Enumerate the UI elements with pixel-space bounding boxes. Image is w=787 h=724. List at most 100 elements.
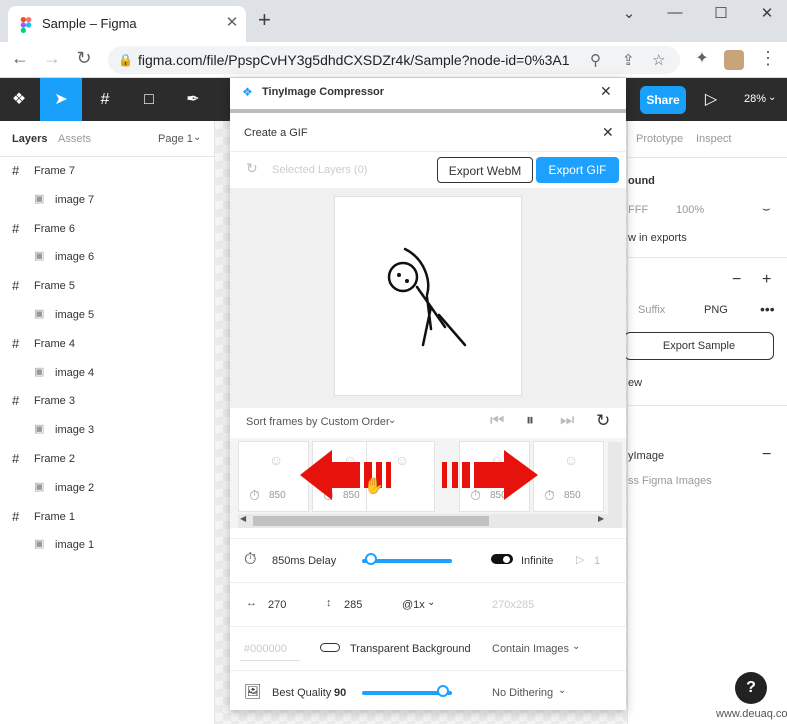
layer-image[interactable]: ▣ image 6 <box>0 243 215 272</box>
frame-card[interactable]: ☺ ⏱ 850 <box>238 441 309 512</box>
export-sample-button[interactable]: Export Sample <box>624 332 774 360</box>
layer-frame[interactable]: # Frame 5 <box>0 272 215 301</box>
frame-icon: # <box>12 335 20 351</box>
move-tool-icon[interactable]: ➤ <box>40 78 82 121</box>
page-selector[interactable]: Page 1 <box>158 133 193 145</box>
chrome-menu-icon[interactable]: ⋮ <box>756 48 780 69</box>
tab-layers[interactable]: Layers <box>12 133 47 145</box>
help-button[interactable]: ? <box>735 672 767 704</box>
collapse-icon[interactable]: − <box>762 446 771 464</box>
frame-tool-icon[interactable]: # <box>86 78 124 121</box>
share-button[interactable]: Share <box>640 86 686 114</box>
preview-toggle[interactable]: ew <box>628 377 642 389</box>
pause-icon[interactable]: ⏸ <box>526 412 534 430</box>
dialog-close-icon[interactable]: ✕ <box>602 124 614 141</box>
pen-tool-icon[interactable]: ✒ <box>174 78 212 121</box>
height-input[interactable]: 285 <box>344 599 362 611</box>
layer-image[interactable]: ▣ image 1 <box>0 531 215 560</box>
layer-frame[interactable]: # Frame 6 <box>0 215 215 244</box>
url-text[interactable]: figma.com/file/PpspCvHY3g5dhdCXSDZr4k/Sa… <box>138 52 570 68</box>
figma-menu-icon[interactable]: ❖ <box>0 78 38 121</box>
width-input[interactable]: 270 <box>268 599 286 611</box>
dithering-select[interactable]: No Dithering <box>492 687 553 699</box>
plugin-close-icon[interactable]: ✕ <box>600 83 612 100</box>
quality-slider-knob[interactable] <box>437 685 449 697</box>
zoom-chevron-icon[interactable]: ⌄ <box>768 92 776 103</box>
sort-frames-select[interactable]: Sort frames by Custom Order <box>246 416 390 428</box>
new-tab-button[interactable]: + <box>258 9 271 31</box>
show-in-exports[interactable]: w in exports <box>628 232 687 244</box>
forward-icon[interactable]: → <box>40 48 64 69</box>
layer-frame[interactable]: # Frame 4 <box>0 330 215 359</box>
frame-card[interactable]: ☺ ⏱ 850 <box>533 441 604 512</box>
reload-icon[interactable]: ↻ <box>72 48 96 69</box>
layer-image[interactable]: ▣ image 2 <box>0 474 215 503</box>
fill-opacity[interactable]: 100% <box>676 204 704 216</box>
bookmark-star-icon[interactable]: ☆ <box>652 51 665 69</box>
minimize-button[interactable]: — <box>660 4 690 21</box>
scroll-right-icon[interactable]: ▶ <box>598 514 604 523</box>
last-frame-icon[interactable]: ⏭ <box>560 412 574 430</box>
repeat-count[interactable]: 1 <box>594 555 600 567</box>
export-gif-button[interactable]: Export GIF <box>536 157 619 183</box>
present-icon[interactable]: ▷ <box>692 78 730 121</box>
size-row: ↔ 270 ↕ 285 @1x ⌄ 270x285 <box>230 582 626 626</box>
browser-tab[interactable]: Sample – Figma ✕ <box>8 6 246 42</box>
suffix-input[interactable]: Suffix <box>638 304 665 316</box>
delay-slider-knob[interactable] <box>365 553 377 565</box>
play-icon[interactable]: ▷ <box>576 553 584 566</box>
plus-icon[interactable]: + <box>762 271 771 289</box>
frame-delay[interactable]: 850 <box>269 490 286 501</box>
page-chevron-icon[interactable]: ⌄ <box>193 132 201 143</box>
shape-tool-icon[interactable]: □ <box>130 78 168 121</box>
contain-select[interactable]: Contain Images <box>492 643 569 655</box>
contain-chevron-icon[interactable]: ⌄ <box>572 641 580 652</box>
transparent-toggle[interactable] <box>320 643 340 652</box>
tab-inspect[interactable]: Inspect <box>696 133 731 145</box>
tab-prototype[interactable]: Prototype <box>636 133 683 145</box>
tab-assets[interactable]: Assets <box>58 133 91 145</box>
close-window-button[interactable]: ✕ <box>752 4 782 22</box>
back-icon[interactable]: ← <box>8 48 32 69</box>
first-frame-icon[interactable]: ⏮ <box>490 412 504 430</box>
more-icon[interactable]: ••• <box>760 301 775 317</box>
address-bar[interactable]: 🔒 figma.com/file/PpspCvHY3g5dhdCXSDZr4k/… <box>108 46 680 74</box>
zoom-icon[interactable]: ⚲ <box>590 51 601 69</box>
tab-search-icon[interactable]: ⌄ <box>614 4 644 22</box>
bg-color-input[interactable]: #000000 <box>240 635 300 661</box>
scale-select[interactable]: @1x <box>402 599 425 611</box>
export-webm-button[interactable]: Export WebM <box>437 157 533 183</box>
zoom-level[interactable]: 28% <box>744 93 766 105</box>
fill-hex[interactable]: FFF <box>628 204 648 216</box>
extensions-icon[interactable]: ✦ <box>690 48 714 68</box>
layer-image[interactable]: ▣ image 3 <box>0 416 215 445</box>
scale-chevron-icon[interactable]: ⌄ <box>427 597 435 608</box>
lock-icon[interactable]: 🔒 <box>118 53 133 67</box>
layer-image[interactable]: ▣ image 5 <box>0 301 215 330</box>
sort-chevron-icon[interactable]: ⌄ <box>388 415 396 426</box>
layer-frame[interactable]: # Frame 7 <box>0 157 215 186</box>
eye-closed-icon[interactable]: ⌣ <box>762 201 771 217</box>
tab-close-icon[interactable]: ✕ <box>222 13 242 31</box>
scroll-left-icon[interactable]: ◀ <box>240 514 246 523</box>
maximize-button[interactable]: ☐ <box>706 4 736 22</box>
layer-image[interactable]: ▣ image 7 <box>0 186 215 215</box>
plugin-label: yImage <box>628 450 665 462</box>
frames-vertical-scrollbar[interactable] <box>608 442 622 528</box>
dithering-chevron-icon[interactable]: ⌄ <box>558 685 566 696</box>
share-icon[interactable]: ⇪ <box>622 51 635 69</box>
frame-delay[interactable]: 850 <box>564 490 581 501</box>
bg-color-placeholder: #000000 <box>244 643 287 655</box>
minus-icon[interactable]: − <box>732 271 741 289</box>
layer-label: image 1 <box>55 539 95 552</box>
layer-frame[interactable]: # Frame 2 <box>0 445 215 474</box>
refresh-icon[interactable]: ↻ <box>246 160 258 177</box>
replay-icon[interactable]: ↻ <box>596 411 610 431</box>
format-select[interactable]: PNG <box>704 304 728 316</box>
layer-image[interactable]: ▣ image 4 <box>0 359 215 388</box>
scrollbar-thumb[interactable] <box>253 516 489 526</box>
layer-frame[interactable]: # Frame 3 <box>0 387 215 416</box>
frames-scrollbar[interactable]: ◀ ▶ <box>238 514 608 528</box>
layer-frame[interactable]: # Frame 1 <box>0 503 215 532</box>
profile-avatar[interactable] <box>724 50 744 70</box>
